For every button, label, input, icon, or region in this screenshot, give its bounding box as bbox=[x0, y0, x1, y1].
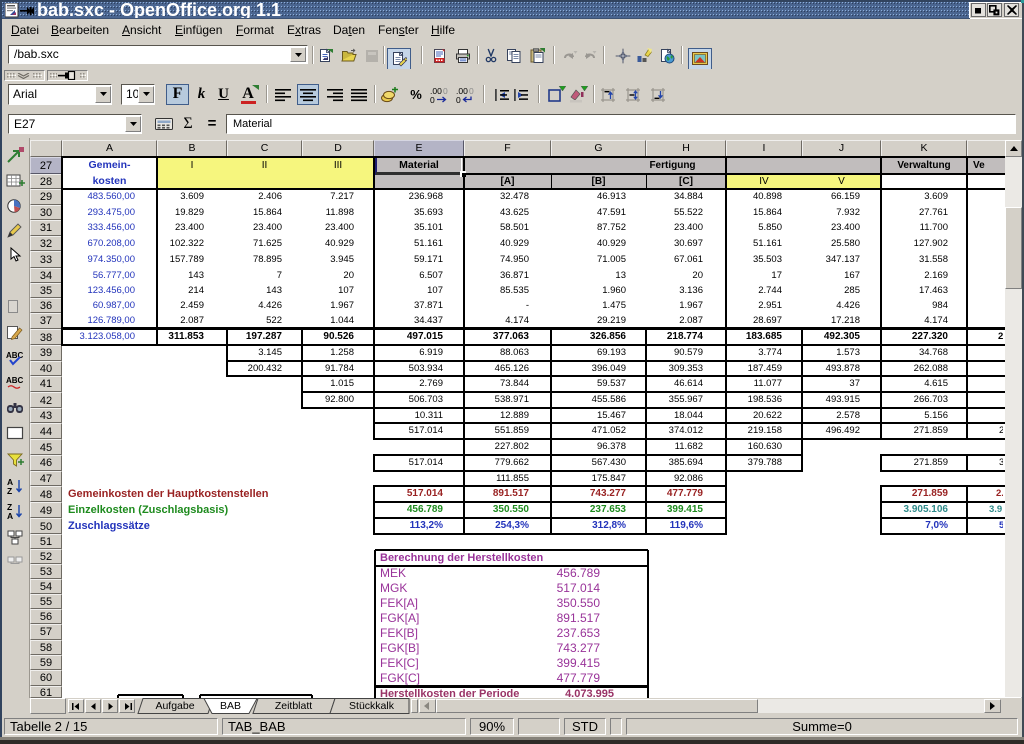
svg-text:Z: Z bbox=[7, 486, 12, 495]
svg-text:ABC: ABC bbox=[6, 351, 24, 360]
svg-text:A: A bbox=[7, 511, 13, 520]
svg-text:0: 0 bbox=[469, 86, 474, 96]
svg-text:ABC: ABC bbox=[6, 376, 24, 385]
svg-text:0: 0 bbox=[456, 95, 461, 104]
svg-text:0: 0 bbox=[430, 95, 435, 104]
svg-text:0: 0 bbox=[443, 86, 448, 96]
